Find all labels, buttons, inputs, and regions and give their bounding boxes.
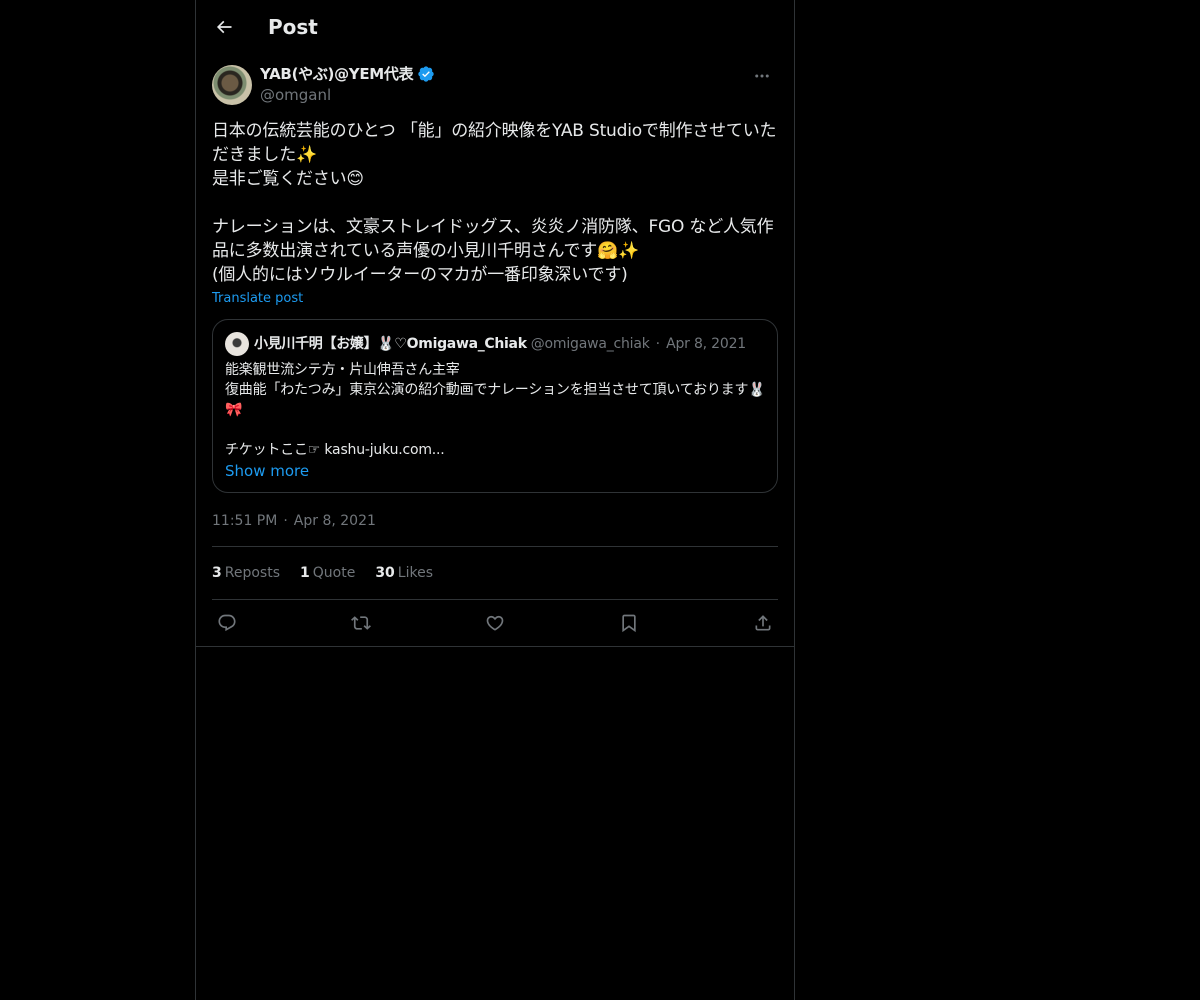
show-more-link[interactable]: Show more xyxy=(225,461,309,481)
back-button[interactable] xyxy=(210,13,238,41)
reply-button[interactable] xyxy=(212,608,242,638)
post-text: 日本の伝統芸能のひとつ 「能」の紹介映像をYAB Studioで制作させていただ… xyxy=(212,121,777,285)
quotes-stat[interactable]: 1 Quote xyxy=(300,563,355,583)
quoted-author-handle: @omigawa_chiak xyxy=(530,336,650,352)
arrow-left-icon xyxy=(216,20,232,34)
likes-label: Likes xyxy=(397,565,434,581)
divider xyxy=(212,546,778,547)
quotes-label: Quote xyxy=(312,565,356,581)
more-dots-icon xyxy=(755,74,769,78)
quoted-author-avatar xyxy=(225,332,249,356)
bookmark-button[interactable] xyxy=(614,608,644,638)
author-handle[interactable]: @omganl xyxy=(260,85,331,105)
likes-stat[interactable]: 30 Likes xyxy=(375,563,433,583)
likes-count: 30 xyxy=(375,565,395,581)
repost-button[interactable] xyxy=(346,608,376,638)
quoted-post-text: 能楽観世流シテ方・片山伸吾さん主宰 復曲能「わたつみ」東京公演の紹介動画でナレー… xyxy=(225,362,766,458)
post-date[interactable]: Apr 8, 2021 xyxy=(294,511,376,531)
post-column: Post YAB(やぶ)@YEM代表 @omganl 日本の伝統芸能のひとつ 「… xyxy=(195,0,795,1000)
separator-dot: · xyxy=(655,336,661,352)
reposts-count: 3 xyxy=(212,565,222,581)
verified-badge-icon[interactable] xyxy=(417,65,435,83)
quotes-count: 1 xyxy=(300,565,310,581)
quoted-post-header: 小見川千明【お嬢】🐰♡Omigawa_Chiak @omigawa_chiak … xyxy=(225,332,746,356)
quoted-author-display-name: 小見川千明【お嬢】🐰♡Omigawa_Chiak xyxy=(254,336,527,352)
share-icon xyxy=(755,615,771,631)
quoted-post-date: Apr 8, 2021 xyxy=(666,336,747,352)
more-options-button[interactable] xyxy=(746,64,778,88)
divider xyxy=(196,646,794,647)
reply-icon xyxy=(218,614,236,632)
action-bar xyxy=(212,608,778,638)
like-button[interactable] xyxy=(480,608,510,638)
repost-icon xyxy=(351,616,371,630)
quoted-post[interactable]: 小見川千明【お嬢】🐰♡Omigawa_Chiak @omigawa_chiak … xyxy=(212,319,778,493)
post-stats: 3 Reposts 1 Quote 30 Likes xyxy=(212,563,433,583)
heart-icon xyxy=(486,615,504,631)
divider xyxy=(212,599,778,600)
bookmark-icon xyxy=(622,614,636,633)
reposts-stat[interactable]: 3 Reposts xyxy=(212,563,280,583)
page-title: Post xyxy=(268,15,318,39)
post-header: Post xyxy=(196,0,794,53)
author-row: YAB(やぶ)@YEM代表 @omganl xyxy=(212,64,778,108)
post-time[interactable]: 11:51 PM xyxy=(212,511,277,531)
author-avatar[interactable] xyxy=(212,65,252,105)
post-timestamp: 11:51 PM · Apr 8, 2021 xyxy=(212,511,376,531)
reposts-label: Reposts xyxy=(224,565,280,581)
author-display-name[interactable]: YAB(やぶ)@YEM代表 xyxy=(260,64,414,84)
share-button[interactable] xyxy=(748,608,778,638)
separator-dot: · xyxy=(283,513,288,529)
author-name-group[interactable]: YAB(やぶ)@YEM代表 xyxy=(260,64,435,84)
translate-post-link[interactable]: Translate post xyxy=(212,290,303,308)
